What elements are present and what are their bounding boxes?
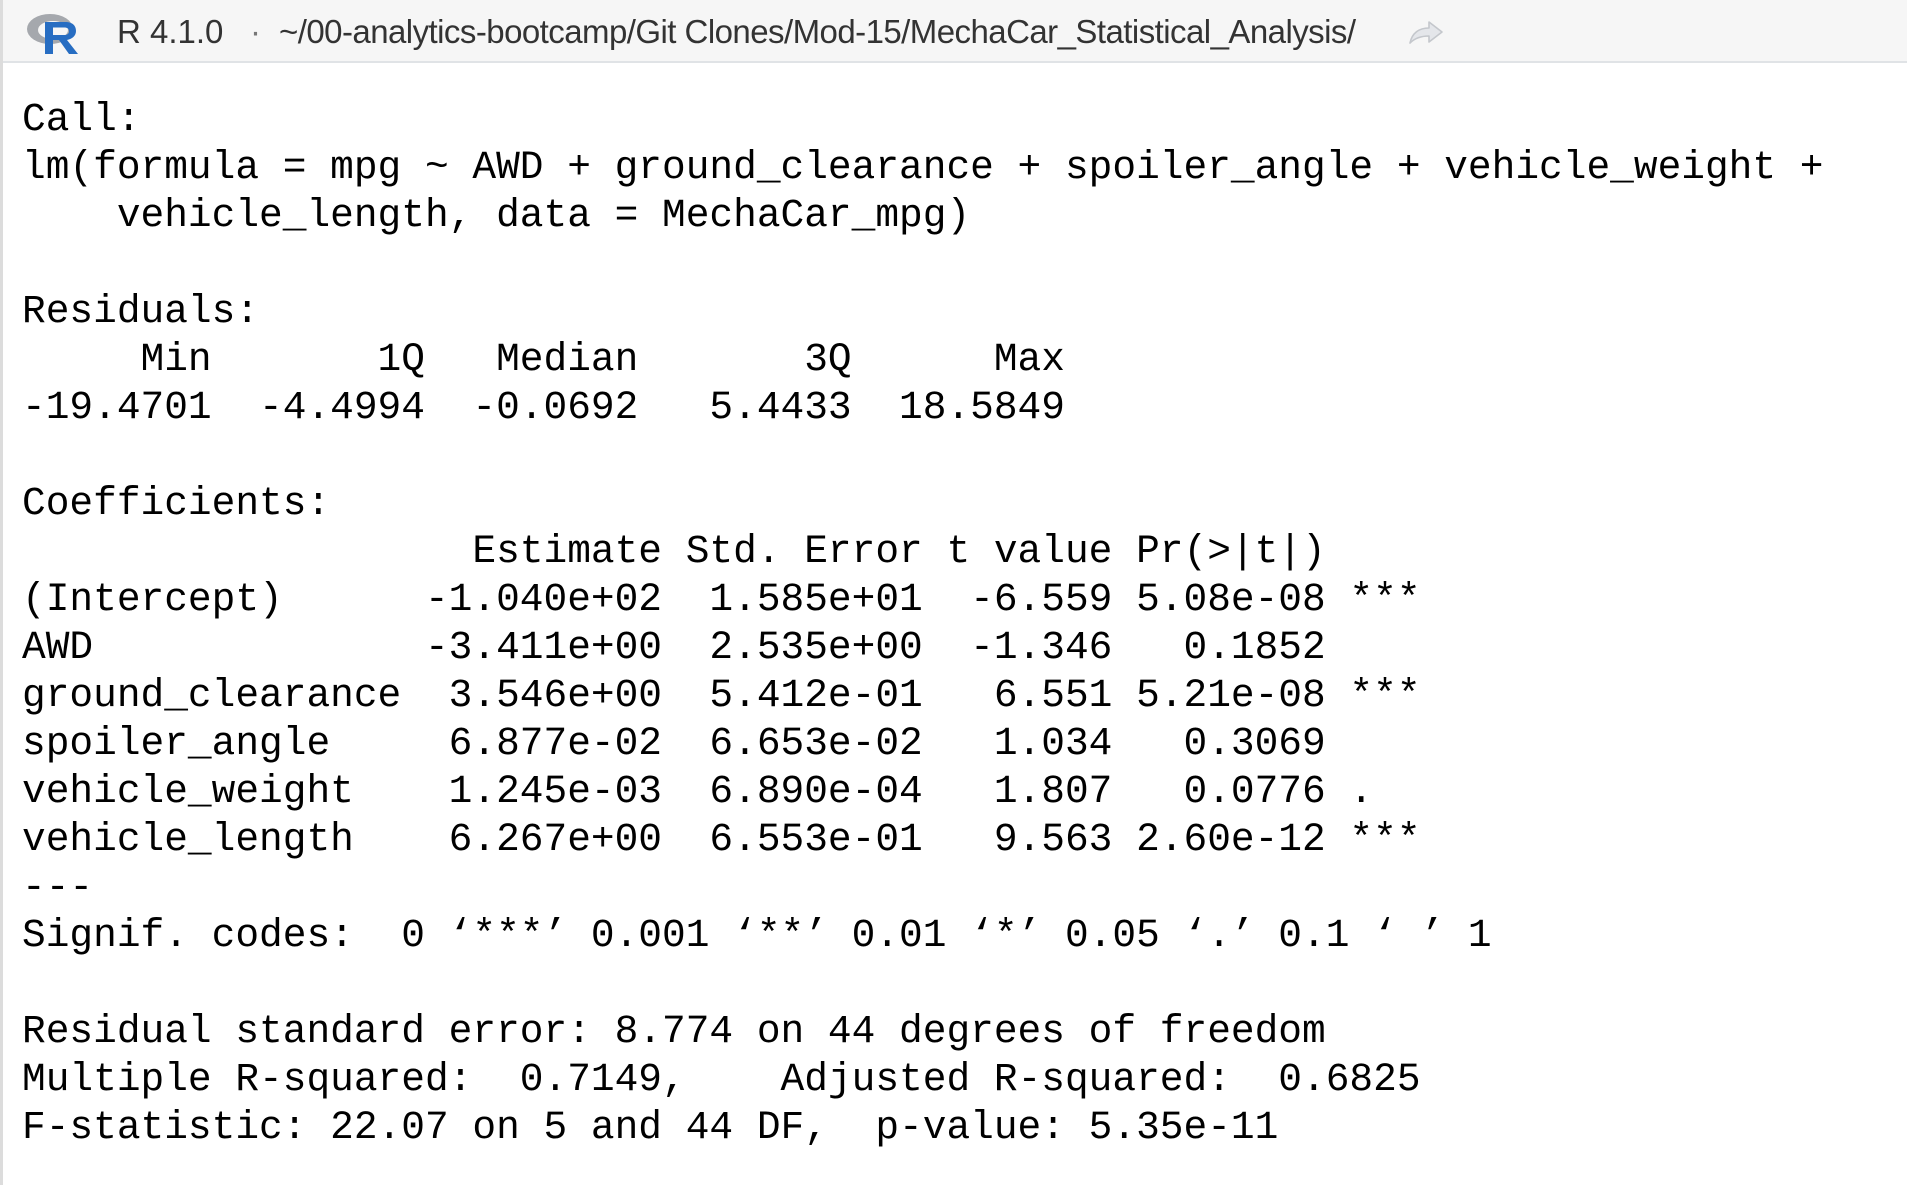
- console-line: Multiple R-squared: 0.7149, Adjusted R-s…: [22, 1057, 1445, 1102]
- console-line: vehicle_length, data = MechaCar_mpg): [22, 193, 971, 238]
- console-line: Residuals:: [22, 289, 260, 334]
- console-line: spoiler_angle 6.877e-02 6.653e-02 1.034 …: [22, 721, 1421, 766]
- r-logo-icon: [27, 14, 78, 54]
- header-separator: ·: [250, 13, 261, 50]
- console-header: R 4.1.0 · ~/00-analytics-bootcamp/Git Cl…: [3, 0, 1907, 63]
- console-pane: R 4.1.0 · ~/00-analytics-bootcamp/Git Cl…: [0, 0, 1907, 1185]
- console-line: -19.4701 -4.4994 -0.0692 5.4433 18.5849: [22, 385, 1089, 430]
- console-line: Residual standard error: 8.774 on 44 deg…: [22, 1009, 1326, 1054]
- console-line: lm(formula = mpg ~ AWD + ground_clearanc…: [22, 145, 1824, 190]
- console-line: Signif. codes: 0 ‘***’ 0.001 ‘**’ 0.01 ‘…: [22, 913, 1492, 958]
- goto-directory-icon[interactable]: [1406, 16, 1446, 48]
- console-line: ground_clearance 3.546e+00 5.412e-01 6.5…: [22, 673, 1421, 718]
- working-directory-path[interactable]: ~/00-analytics-bootcamp/Git Clones/Mod-1…: [279, 13, 1356, 51]
- console-line: vehicle_length 6.267e+00 6.553e-01 9.563…: [22, 817, 1421, 862]
- console-output: Call: lm(formula = mpg ~ AWD + ground_cle…: [22, 96, 1824, 1152]
- r-version-label: R 4.1.0: [117, 13, 224, 50]
- console-line: (Intercept) -1.040e+02 1.585e+01 -6.559 …: [22, 577, 1421, 622]
- console-line: Call:: [22, 97, 141, 142]
- console-line: vehicle_weight 1.245e-03 6.890e-04 1.807…: [22, 769, 1421, 814]
- console-line: Estimate Std. Error t value Pr(>|t|): [22, 529, 1421, 574]
- console-line: Coefficients:: [22, 481, 331, 526]
- console-line: AWD -3.411e+00 2.535e+00 -1.346 0.1852: [22, 625, 1421, 670]
- console-line: ---: [22, 865, 94, 910]
- console-line: Min 1Q Median 3Q Max: [22, 337, 1089, 382]
- console-line: F-statistic: 22.07 on 5 and 44 DF, p-val…: [22, 1105, 1279, 1150]
